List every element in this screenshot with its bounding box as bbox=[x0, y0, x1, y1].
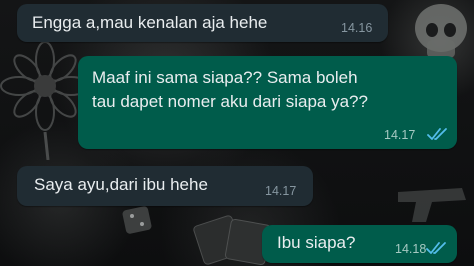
message-bubble-outgoing[interactable]: Maaf ini sama siapa?? Sama boleh tau dap… bbox=[78, 56, 457, 149]
message-text: Ibu siapa? bbox=[277, 233, 356, 252]
double-check-read-icon bbox=[427, 128, 447, 140]
message-timestamp: 14.17 bbox=[265, 184, 297, 198]
message-bubble-outgoing[interactable]: Ibu siapa? 14.18 bbox=[262, 225, 457, 263]
dice-wallpaper-art bbox=[122, 206, 152, 234]
double-check-read-icon bbox=[426, 242, 446, 254]
message-text: tau dapet nomer aku dari siapa ya?? bbox=[92, 92, 368, 111]
pistol-wallpaper-art bbox=[398, 188, 466, 222]
message-bubble-incoming[interactable]: Engga a,mau kenalan aja hehe 14.16 bbox=[17, 4, 388, 42]
message-bubble-incoming[interactable]: Saya ayu,dari ibu hehe 14.17 bbox=[17, 166, 313, 206]
message-timestamp: 14.17 bbox=[384, 128, 416, 142]
message-text: Engga a,mau kenalan aja hehe bbox=[32, 13, 268, 32]
message-timestamp: 14.18 bbox=[395, 242, 427, 256]
message-timestamp: 14.16 bbox=[341, 21, 373, 35]
message-text: Saya ayu,dari ibu hehe bbox=[34, 175, 208, 194]
flower-wallpaper-art bbox=[0, 41, 90, 160]
message-text: Maaf ini sama siapa?? Sama boleh bbox=[92, 68, 358, 87]
